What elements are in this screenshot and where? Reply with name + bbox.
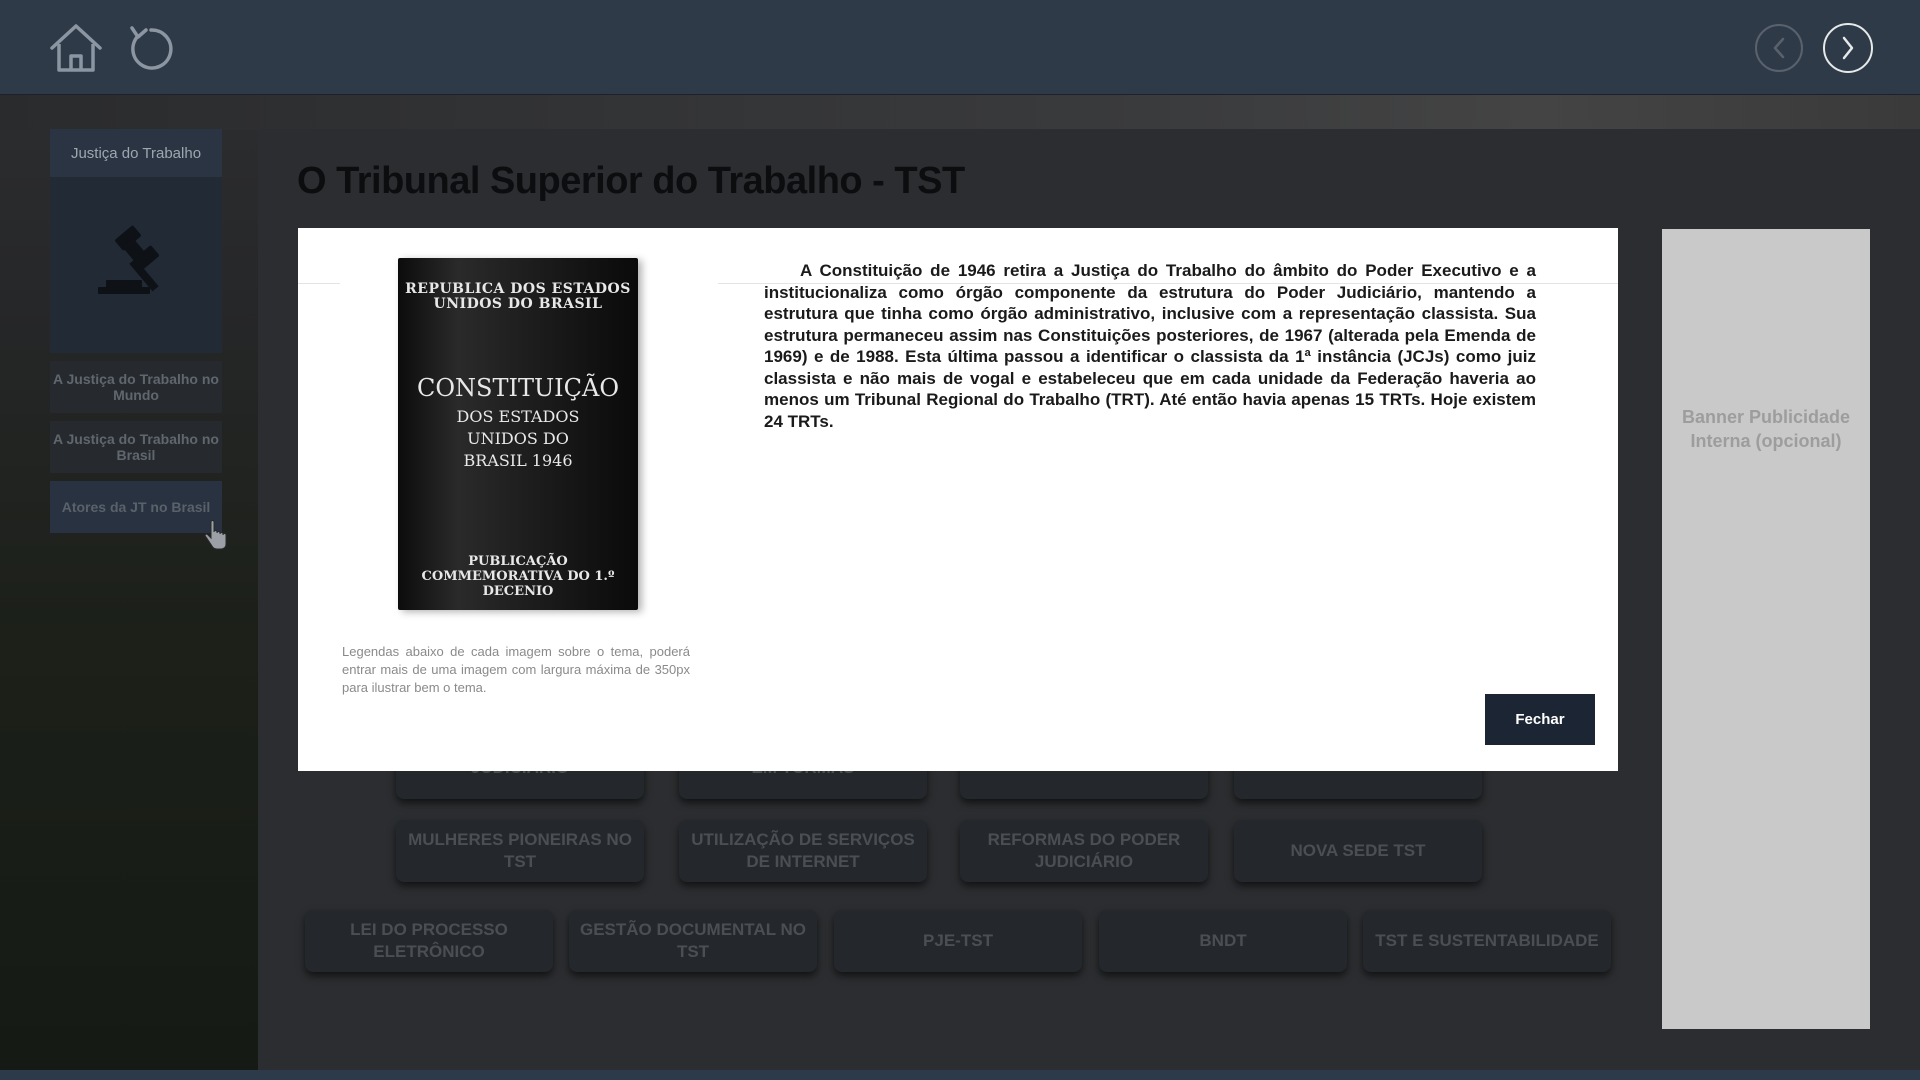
image-caption: Legendas abaixo de cada imagem sobre o t…	[342, 644, 690, 695]
topic-button[interactable]: REFORMAS DO PODER JUDICIÁRIO	[960, 820, 1208, 882]
content-modal: REPUBLICA DOS ESTADOS UNIDOS DO BRASIL C…	[298, 228, 1618, 771]
bottom-bar	[0, 1070, 1920, 1080]
book-text: CONSTITUIÇÃO	[416, 374, 620, 402]
sidebar-item-justica-brasil[interactable]: A Justiça do Trabalho no Brasil	[50, 421, 222, 473]
gavel-icon	[98, 225, 159, 294]
topic-button[interactable]: GESTÃO DOCUMENTAL NO TST	[569, 910, 817, 972]
topic-button[interactable]: UTILIZAÇÃO DE SERVIÇOS DE INTERNET	[679, 820, 927, 882]
book-text: PUBLICAÇÃO COMMEMORATIVA DO 1.º DECENIO	[421, 554, 615, 599]
constitution-book-image: REPUBLICA DOS ESTADOS UNIDOS DO BRASIL C…	[398, 258, 638, 610]
top-bar	[0, 0, 1920, 95]
refresh-icon[interactable]	[124, 22, 178, 76]
modal-body-text: A Constituição de 1946 retira a Justiça …	[764, 261, 1536, 431]
divider	[298, 283, 340, 284]
topic-button[interactable]: TST E SUSTENTABILIDADE	[1363, 910, 1611, 972]
close-button[interactable]: Fechar	[1485, 694, 1595, 745]
home-icon[interactable]	[48, 22, 104, 74]
page-title: O Tribunal Superior do Trabalho - TST	[297, 160, 965, 202]
banner-ad: Banner Publicidade Interna (opcional)	[1662, 229, 1870, 1029]
topic-button[interactable]: NOVA SEDE TST	[1234, 820, 1482, 882]
sidebar: Justiça do Trabalho A Justiça do Trabalh…	[50, 129, 222, 533]
chevron-left-icon	[1773, 37, 1785, 59]
book-text: DOS ESTADOS UNIDOS DO BRASIL 1946	[456, 407, 580, 470]
topic-button[interactable]: BNDT	[1099, 910, 1347, 972]
topic-button[interactable]: LEI DO PROCESSO ELETRÔNICO	[305, 910, 553, 972]
sidebar-image	[50, 177, 222, 353]
background-strip	[0, 95, 1920, 130]
topic-button[interactable]: MULHERES PIONEIRAS NO TST	[396, 820, 644, 882]
banner-text: Banner Publicidade Interna (opcional)	[1681, 407, 1851, 451]
sidebar-item-atores-jt[interactable]: Atores da JT no Brasil	[50, 481, 222, 533]
next-button[interactable]	[1823, 23, 1873, 73]
sidebar-item-justica-mundo[interactable]: A Justiça do Trabalho no Mundo	[50, 361, 222, 413]
sidebar-title[interactable]: Justiça do Trabalho	[50, 129, 222, 177]
hand-cursor-icon	[204, 520, 228, 557]
previous-button[interactable]	[1755, 24, 1803, 72]
topic-button[interactable]: PJE-TST	[834, 910, 1082, 972]
chevron-right-icon	[1842, 36, 1854, 60]
book-text: REPUBLICA DOS ESTADOS UNIDOS DO BRASIL	[405, 281, 631, 312]
